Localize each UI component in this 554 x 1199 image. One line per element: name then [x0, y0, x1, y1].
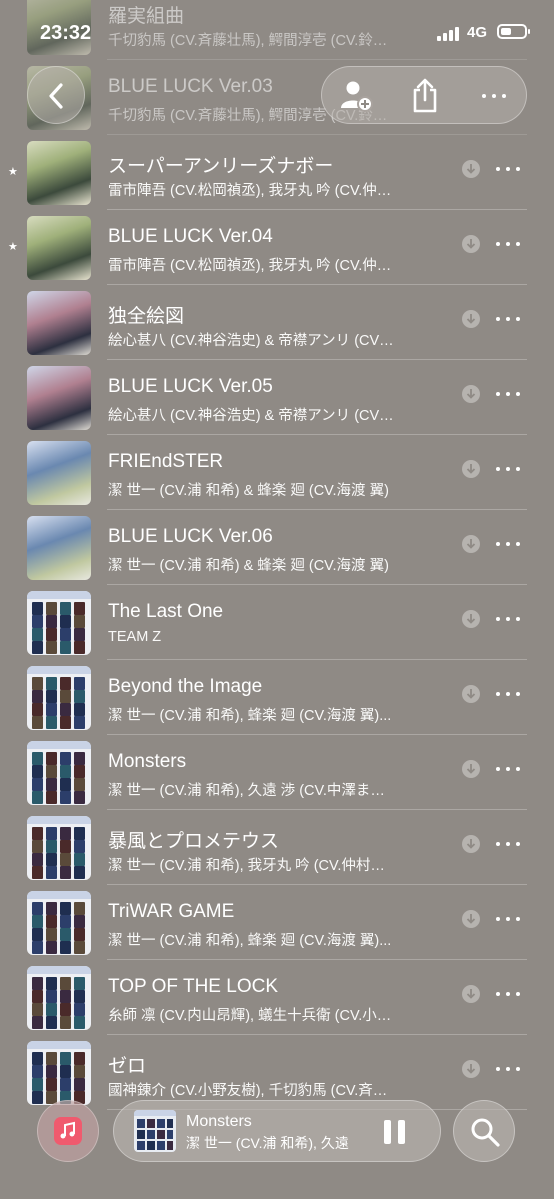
track-title: TriWAR GAME: [108, 901, 235, 922]
download-icon[interactable]: [462, 535, 480, 553]
now-playing-title: Monsters: [186, 1113, 252, 1130]
track-row[interactable]: BLUE LUCK Ver.05 絵心甚八 (CV.神谷浩史) & 帝襟アンリ (…: [0, 360, 554, 435]
track-row[interactable]: 暴風とプロメテウス潔 世一 (CV.浦 和希), 我牙丸 吟 (CV.仲村…: [0, 810, 554, 885]
favorite-star-icon: ★: [8, 166, 18, 178]
download-icon[interactable]: [462, 460, 480, 478]
more-options-icon[interactable]: [496, 311, 522, 327]
track-artist: 潔 世一 (CV.浦 和希), 蜂楽 廻 (CV.海渡 翼)...: [108, 933, 392, 949]
more-options-icon[interactable]: [496, 386, 522, 402]
track-artwork: [27, 291, 91, 355]
download-icon[interactable]: [462, 160, 480, 178]
track-title: Monsters: [108, 751, 187, 772]
download-icon[interactable]: [462, 910, 480, 928]
track-row[interactable]: TriWAR GAME 潔 世一 (CV.浦 和希), 蜂楽 廻 (CV.海渡 翼…: [0, 885, 554, 960]
track-artwork: [27, 366, 91, 430]
back-button[interactable]: [27, 66, 85, 124]
download-icon[interactable]: [462, 985, 480, 1003]
track-title: TOP OF THE LOCK: [108, 976, 278, 997]
more-options-icon[interactable]: [496, 1061, 522, 1077]
track-title: BLUE LUCK Ver.04: [108, 226, 273, 247]
track-row[interactable]: BLUE LUCK Ver.06 潔 世一 (CV.浦 和希) & 蜂楽 廻 (C…: [0, 510, 554, 585]
track-artwork: [27, 141, 91, 205]
now-playing-artwork: [134, 1110, 176, 1152]
track-artist: TEAM Z: [108, 629, 162, 645]
track-title: スーパーアンリーズナボー: [108, 156, 334, 177]
person-add-icon[interactable]: [339, 78, 375, 114]
music-app-button[interactable]: [37, 1100, 99, 1162]
now-playing-artist: 潔 世一 (CV.浦 和希), 久遠: [186, 1135, 349, 1151]
track-row[interactable]: Beyond the Image 潔 世一 (CV.浦 和希), 蜂楽 廻 (CV…: [0, 660, 554, 735]
download-icon[interactable]: [462, 310, 480, 328]
track-title: BLUE LUCK Ver.05: [108, 376, 273, 397]
download-icon[interactable]: [462, 685, 480, 703]
track-row[interactable]: FRIEndSTER 潔 世一 (CV.浦 和希) & 蜂楽 廻 (CV.海渡 翼…: [0, 435, 554, 510]
track-title: FRIEndSTER: [108, 451, 224, 472]
track-artwork: [27, 891, 91, 955]
more-options-icon[interactable]: [496, 461, 522, 477]
pause-icon[interactable]: [384, 1120, 406, 1144]
more-options-icon[interactable]: [496, 986, 522, 1002]
more-options-icon[interactable]: [496, 911, 522, 927]
track-artist: 絵心甚八 (CV.神谷浩史) & 帝襟アンリ (CV…: [108, 333, 394, 349]
favorite-star-icon: ★: [8, 241, 18, 253]
more-options-icon[interactable]: [496, 836, 522, 852]
track-row[interactable]: 独全絵図絵心甚八 (CV.神谷浩史) & 帝襟アンリ (CV…: [0, 285, 554, 360]
search-button[interactable]: [453, 1100, 515, 1162]
network-type: 4G: [467, 24, 488, 41]
more-options-icon[interactable]: [496, 761, 522, 777]
search-icon: [471, 1118, 500, 1147]
track-artwork: [27, 666, 91, 730]
download-icon[interactable]: [462, 835, 480, 853]
track-title: The Last One: [108, 601, 224, 622]
track-artist: 雷市陣吾 (CV.松岡禎丞), 我牙丸 吟 (CV.仲…: [108, 183, 392, 199]
track-title: ゼロ: [108, 1056, 147, 1077]
track-row[interactable]: Monsters 潔 世一 (CV.浦 和希), 久遠 渉 (CV.中澤ま…: [0, 735, 554, 810]
more-options-icon[interactable]: [496, 536, 522, 552]
track-artwork: [27, 441, 91, 505]
track-artist: 絵心甚八 (CV.神谷浩史) & 帝襟アンリ (CV…: [108, 408, 394, 424]
track-artist: 潔 世一 (CV.浦 和希), 久遠 渉 (CV.中澤ま…: [108, 783, 385, 799]
chevron-left-icon: [49, 83, 63, 109]
mini-player[interactable]: Monsters 潔 世一 (CV.浦 和希), 久遠: [113, 1100, 441, 1162]
bottom-bar: Monsters 潔 世一 (CV.浦 和希), 久遠: [0, 1090, 554, 1199]
track-artwork: [27, 816, 91, 880]
track-title: 暴風とプロメテウス: [108, 831, 280, 852]
download-icon[interactable]: [462, 610, 480, 628]
track-row[interactable]: The Last One TEAM Z: [0, 585, 554, 660]
track-row[interactable]: TOP OF THE LOCK 糸師 凛 (CV.内山昂輝), 蟻生十兵衛 (CV…: [0, 960, 554, 1035]
track-row[interactable]: ★ スーパーアンリーズナボー雷市陣吾 (CV.松岡禎丞), 我牙丸 吟 (CV.仲…: [0, 135, 554, 210]
status-time: 23:32: [40, 22, 92, 44]
music-note-icon: [54, 1117, 82, 1145]
battery-icon: [497, 24, 530, 39]
track-artist: 潔 世一 (CV.浦 和希) & 蜂楽 廻 (CV.海渡 翼): [108, 558, 389, 574]
toolbar-actions: [321, 66, 527, 124]
track-artist: 糸師 凛 (CV.内山昂輝), 蟻生十兵衛 (CV.小…: [108, 1008, 392, 1024]
track-artwork: [27, 741, 91, 805]
more-options-icon[interactable]: [496, 161, 522, 177]
download-icon[interactable]: [462, 1060, 480, 1078]
track-artist: 雷市陣吾 (CV.松岡禎丞), 我牙丸 吟 (CV.仲…: [108, 258, 392, 274]
signal-icon: [437, 27, 463, 41]
download-icon[interactable]: [462, 235, 480, 253]
more-options-icon[interactable]: [496, 236, 522, 252]
track-artist: 潔 世一 (CV.浦 和希) & 蜂楽 廻 (CV.海渡 翼): [108, 483, 389, 499]
track-artist: 潔 世一 (CV.浦 和希), 蜂楽 廻 (CV.海渡 翼)...: [108, 708, 392, 724]
track-title: 独全絵図: [108, 306, 185, 327]
download-icon[interactable]: [462, 385, 480, 403]
track-artwork: [27, 516, 91, 580]
track-artist: 潔 世一 (CV.浦 和希), 我牙丸 吟 (CV.仲村…: [108, 858, 385, 874]
track-artwork: [27, 966, 91, 1030]
track-artwork: [27, 591, 91, 655]
status-bar: 23:32 4G: [0, 0, 554, 62]
track-title: BLUE LUCK Ver.06: [108, 526, 273, 547]
track-artwork: [27, 216, 91, 280]
more-options-icon[interactable]: [496, 611, 522, 627]
download-icon[interactable]: [462, 760, 480, 778]
share-icon[interactable]: [410, 78, 440, 114]
track-row[interactable]: ★ BLUE LUCK Ver.04 雷市陣吾 (CV.松岡禎丞), 我牙丸 吟 (…: [0, 210, 554, 285]
more-options-icon[interactable]: [496, 686, 522, 702]
track-title: Beyond the Image: [108, 676, 263, 697]
ellipsis-icon[interactable]: [482, 88, 508, 104]
